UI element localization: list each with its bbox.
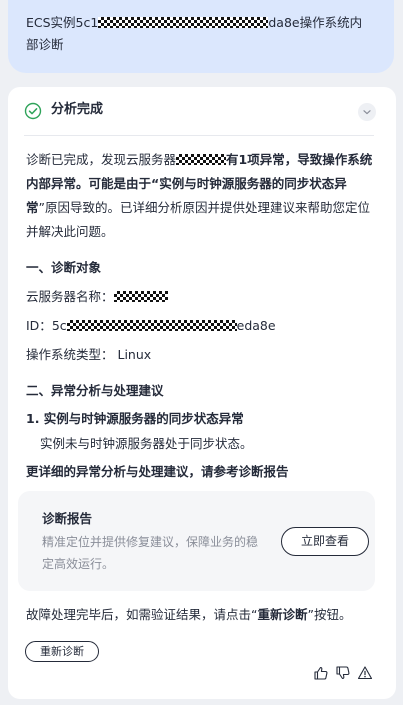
server-name-label: 云服务器名称： <box>26 289 114 304</box>
issue-title: 1. 实例与时钟源服务器的同步状态异常 <box>26 411 244 426</box>
user-message-suffix: da8e操作系统内 <box>268 15 363 30</box>
report-description: 精准定位并提供修复建议，保障业务的稳定高效运行。 <box>42 535 259 571</box>
redacted-server-name-value <box>113 291 168 302</box>
user-message-line2: 部诊断 <box>26 37 64 52</box>
view-report-button[interactable]: 立即查看 <box>281 527 369 556</box>
thumbs-down-icon[interactable] <box>335 665 351 681</box>
summary-paragraph: 诊断已完成，发现云服务器 有1项异常，导致操作系统内部异常。可能是由于“实例与时钟… <box>26 148 376 244</box>
instance-id-suffix: eda8e <box>236 318 276 333</box>
card-header: 分析完成 <box>8 87 396 135</box>
redacted-instance-id <box>98 17 269 28</box>
os-type-value: Linux <box>117 347 152 362</box>
report-title: 诊断报告 <box>42 511 93 526</box>
diagnosis-card: 分析完成 诊断已完成，发现云服务器 有1项异常，导致操作系统内部异常。可能是由于“… <box>8 87 396 699</box>
after-fix-text: 故障处理完毕后，如需验证结果，请点击“重新诊断”按钮。 <box>26 604 351 626</box>
thumbs-up-icon[interactable] <box>313 665 329 681</box>
section-title-target: 一、诊断对象 <box>26 260 102 275</box>
instance-id-label: ID： <box>26 318 52 333</box>
header-divider <box>24 135 374 136</box>
after-fix-text-1: 故障处理完毕后，如需验证结果，请点击“ <box>26 607 258 622</box>
collapse-button[interactable] <box>358 103 376 121</box>
instance-id-prefix: 5c <box>51 318 67 333</box>
redacted-instance-id-value <box>66 320 237 331</box>
more-info-text: 更详细的异常分析与处理建议，请参考诊断报告 <box>26 464 289 479</box>
chevron-down-icon <box>363 110 371 115</box>
summary-text-1: 诊断已完成，发现云服务器 <box>26 152 177 167</box>
os-type-label: 操作系统类型： <box>26 347 114 362</box>
user-message-prefix: ECS实例5c1 <box>26 15 99 30</box>
check-circle-icon <box>24 102 42 120</box>
server-name-row: 云服务器名称： <box>26 285 376 309</box>
status-title: 分析完成 <box>51 102 104 117</box>
summary-text-2: ”原因导致的。已详细分析原因并提供处理建议来帮助您定位并解决此问题。 <box>26 200 370 239</box>
after-fix-text-bold: 重新诊断 <box>257 607 308 622</box>
diagnosis-body: 诊断已完成，发现云服务器 有1项异常，导致操作系统内部异常。可能是由于“实例与时钟… <box>26 148 376 484</box>
os-type-row: 操作系统类型： Linux <box>26 343 376 367</box>
warning-icon[interactable] <box>357 665 373 681</box>
redacted-server-name <box>176 154 227 165</box>
after-fix-text-2: ”按钮。 <box>307 607 352 622</box>
user-message-bubble: ECS实例5c1 da8e操作系统内 部诊断 <box>8 0 394 73</box>
instance-id-row: ID：5c eda8e <box>26 314 376 338</box>
report-box: 诊断报告 精准定位并提供修复建议，保障业务的稳定高效运行。 立即查看 <box>18 491 375 591</box>
rediagnose-button[interactable]: 重新诊断 <box>25 641 99 662</box>
section-title-analysis: 二、异常分析与处理建议 <box>26 383 164 398</box>
issue-detail: 实例未与时钟源服务器处于同步状态。 <box>40 436 253 451</box>
